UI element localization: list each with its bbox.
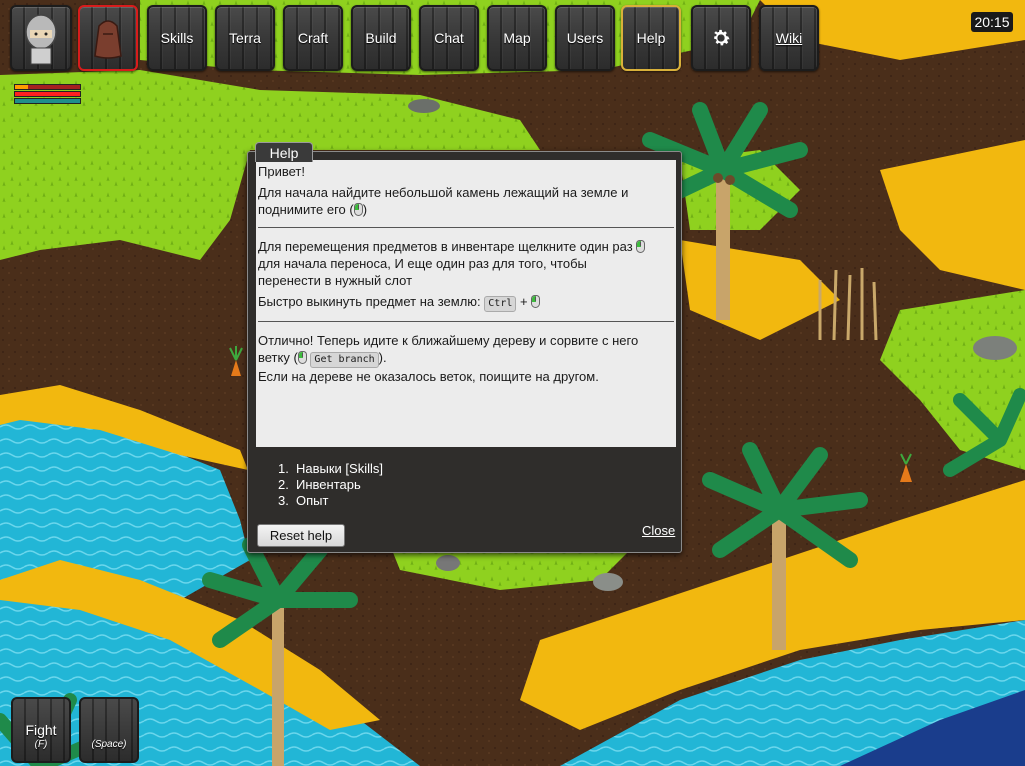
space-hotkey: (Space) <box>91 739 127 750</box>
character-avatar-button[interactable] <box>10 5 72 71</box>
knight-helmet-icon <box>25 14 57 65</box>
wiki-button[interactable]: Wiki <box>759 5 819 71</box>
mouse-left-click-icon <box>353 203 363 216</box>
craft-label: Craft <box>297 30 329 46</box>
help-button[interactable]: Help <box>621 5 681 71</box>
help-tree-line3: Если на дереве не оказалось веток, поищи… <box>258 369 599 384</box>
help-drop-line: Быстро выкинуть предмет на землю: Ctrl + <box>258 293 674 312</box>
help-move-line2: для начала переноса, И еще один раз для … <box>258 256 587 271</box>
users-button[interactable]: Users <box>555 5 615 71</box>
fight-hotkey: (F) <box>34 739 48 750</box>
help-tree-line1: Отлично! Теперь идите к ближайшему дерев… <box>258 333 639 348</box>
fight-label: Fight <box>25 722 57 738</box>
craft-button[interactable]: Craft <box>283 5 343 71</box>
stamina-bar <box>14 84 81 90</box>
gear-icon <box>714 29 730 46</box>
mouse-left-click-icon <box>636 240 646 253</box>
energy-bar <box>14 98 81 104</box>
fight-button[interactable]: Fight (F) <box>11 697 71 763</box>
mouse-left-click-icon <box>297 351 307 364</box>
space-action-button[interactable]: (Space) <box>79 697 139 763</box>
wiki-label: Wiki <box>775 30 803 46</box>
reset-help-button[interactable]: Reset help <box>257 524 345 547</box>
close-help-link[interactable]: Close <box>642 523 675 538</box>
help-tree-line2: ветку ( Get branch). <box>258 349 674 368</box>
help-window: Привет! Для начала найдите небольшой кам… <box>247 151 682 553</box>
skills-label: Skills <box>160 30 194 46</box>
chat-label: Chat <box>434 30 464 46</box>
build-label: Build <box>365 30 397 46</box>
list-item[interactable]: 3. Опыт <box>278 493 383 509</box>
get-branch-action-badge: Get branch <box>310 352 379 368</box>
settings-button[interactable] <box>691 5 751 71</box>
help-steps-list: 1. Навыки [Skills] 2. Инвентарь 3. Опыт <box>278 461 383 509</box>
chat-button[interactable]: Chat <box>419 5 479 71</box>
map-label: Map <box>503 30 531 46</box>
help-divider <box>258 321 674 322</box>
skills-button[interactable]: Skills <box>147 5 207 71</box>
game-clock: 20:15 <box>971 12 1013 32</box>
help-label: Help <box>636 30 666 46</box>
map-button[interactable]: Map <box>487 5 547 71</box>
list-item[interactable]: 2. Инвентарь <box>278 477 383 493</box>
help-divider <box>258 227 674 228</box>
health-bar <box>14 91 81 97</box>
help-intro-line2: поднимите его () <box>258 202 368 217</box>
status-bars <box>14 84 81 105</box>
terra-button[interactable]: Terra <box>215 5 275 71</box>
help-intro-line1: Для начала найдите небольшой камень лежа… <box>258 185 629 200</box>
ctrl-key-badge: Ctrl <box>484 296 517 312</box>
list-item[interactable]: 1. Навыки [Skills] <box>278 461 383 477</box>
help-greeting: Привет! <box>258 164 305 179</box>
terra-label: Terra <box>229 30 261 46</box>
users-label: Users <box>566 30 604 46</box>
help-content-panel: Привет! Для начала найдите небольшой кам… <box>256 160 676 447</box>
build-button[interactable]: Build <box>351 5 411 71</box>
help-move-line3: перенести в нужный слот <box>258 273 413 288</box>
inventory-bag-button[interactable] <box>78 5 138 71</box>
help-move-line1: Для перемещения предметов в инвентаре ще… <box>258 238 674 255</box>
help-window-title: Help <box>255 142 313 162</box>
backpack-icon <box>94 20 122 59</box>
mouse-left-click-icon <box>531 295 541 308</box>
